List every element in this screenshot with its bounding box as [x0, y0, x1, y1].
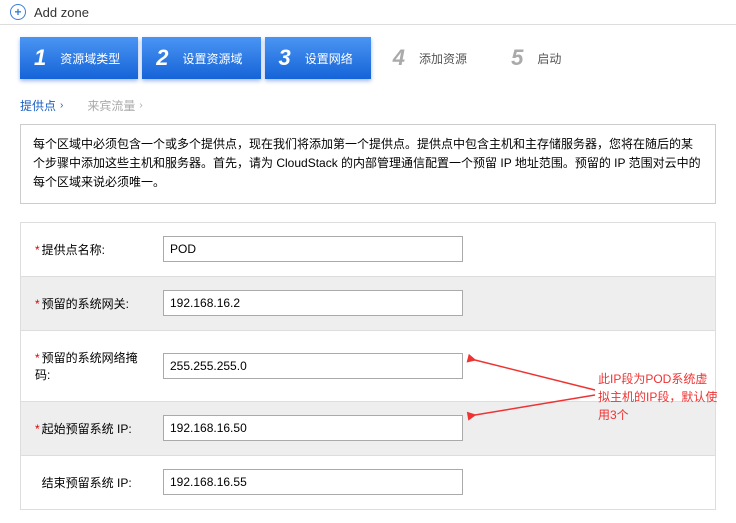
step-4-num: 4 [393, 45, 405, 71]
step-1-label: 资源域类型 [60, 50, 120, 67]
input-netmask[interactable] [163, 353, 463, 379]
label-pod-name: *提供点名称: [21, 223, 151, 276]
step-5-num: 5 [511, 45, 523, 71]
label-end-ip: *结束预留系统 IP: [21, 456, 151, 509]
tab-guest-label: 来宾流量 [87, 97, 135, 114]
pod-form: *提供点名称: *预留的系统网关: *预留的系统网络掩码: *起始预留系统 IP… [20, 222, 716, 510]
add-icon: + [10, 4, 26, 20]
step-2[interactable]: 2 设置资源域 [142, 37, 260, 79]
step-4-label: 添加资源 [419, 50, 467, 67]
row-gateway: *预留的系统网关: [21, 277, 715, 331]
row-end-ip: *结束预留系统 IP: [21, 456, 715, 510]
step-2-num: 2 [156, 45, 168, 71]
step-1-num: 1 [34, 45, 46, 71]
step-3-num: 3 [279, 45, 291, 71]
tab-pod-label: 提供点 [20, 97, 56, 114]
step-1[interactable]: 1 资源域类型 [20, 37, 138, 79]
input-end-ip[interactable] [163, 469, 463, 495]
step-3-label: 设置网络 [305, 50, 353, 67]
tab-pod[interactable]: 提供点 › [20, 97, 63, 114]
label-gateway: *预留的系统网关: [21, 277, 151, 330]
input-gateway[interactable] [163, 290, 463, 316]
input-pod-name[interactable] [163, 236, 463, 262]
input-start-ip[interactable] [163, 415, 463, 441]
info-description: 每个区域中必须包含一个或多个提供点，现在我们将添加第一个提供点。提供点中包含主机… [20, 124, 716, 204]
row-pod-name: *提供点名称: [21, 223, 715, 277]
label-start-ip: *起始预留系统 IP: [21, 402, 151, 455]
step-5: 5 启动 [493, 37, 583, 79]
step-5-label: 启动 [537, 50, 561, 67]
wizard-header: + Add zone [0, 0, 736, 25]
wizard-title: Add zone [34, 5, 89, 20]
step-2-label: 设置资源域 [183, 50, 243, 67]
step-4: 4 添加资源 [375, 37, 489, 79]
step-3[interactable]: 3 设置网络 [265, 37, 371, 79]
sub-tabs: 提供点 › 来宾流量 › [0, 91, 736, 118]
chevron-right-icon: › [60, 100, 63, 111]
step-bar: 1 资源域类型 2 设置资源域 3 设置网络 4 添加资源 5 启动 [0, 25, 736, 91]
chevron-right-icon: › [139, 100, 142, 111]
tab-guest-traffic[interactable]: 来宾流量 › [87, 97, 142, 114]
annotation-text: 此IP段为POD系统虚拟主机的IP段，默认使用3个 [598, 370, 718, 424]
label-netmask: *预留的系统网络掩码: [21, 331, 151, 401]
